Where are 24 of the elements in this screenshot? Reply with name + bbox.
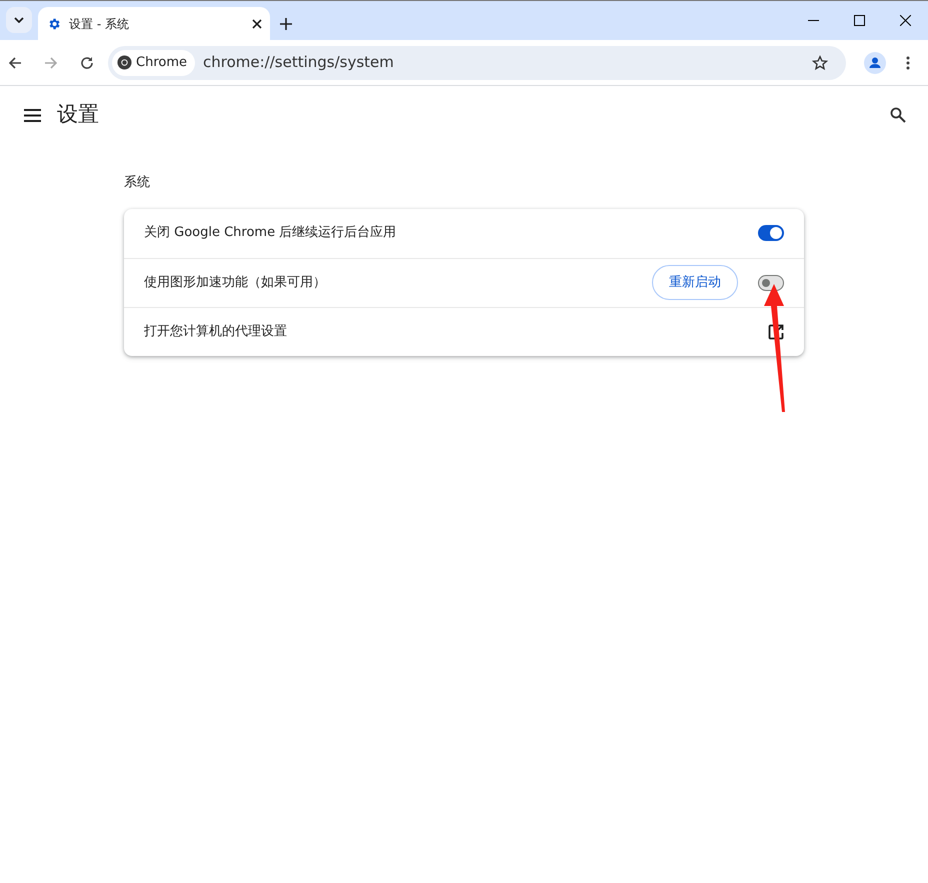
setting-label: 关闭 Google Chrome 后继续运行后台应用 xyxy=(144,224,398,242)
star-icon[interactable] xyxy=(812,54,828,70)
page-title: 设置 xyxy=(57,101,100,128)
toggle-switch[interactable] xyxy=(758,274,784,290)
menu-icon[interactable] xyxy=(24,108,41,122)
chrome-logo-icon xyxy=(117,55,132,70)
profile-icon[interactable] xyxy=(864,52,886,74)
setting-label: 使用图形加速功能（如果可用） xyxy=(144,274,327,292)
address-text[interactable]: chrome://settings/system xyxy=(203,51,804,74)
external-link-icon[interactable] xyxy=(768,324,784,340)
back-icon[interactable] xyxy=(8,56,22,70)
tab-title: 设置 - 系统 xyxy=(69,16,130,32)
close-tab-icon[interactable] xyxy=(252,18,262,28)
search-icon[interactable] xyxy=(890,107,906,123)
restart-button[interactable]: 重新启动 xyxy=(652,265,738,300)
setting-label: 打开您计算机的代理设置 xyxy=(144,322,288,341)
caret-icon xyxy=(14,17,24,23)
browser-tab[interactable]: 设置 - 系统 xyxy=(38,7,270,40)
section-title: 系统 xyxy=(124,174,151,192)
settings-icon xyxy=(47,16,61,30)
reload-icon[interactable] xyxy=(80,56,94,70)
toggle-switch[interactable] xyxy=(758,225,784,241)
site-chip[interactable]: Chrome xyxy=(112,50,195,76)
tab-search-button[interactable] xyxy=(6,7,32,33)
